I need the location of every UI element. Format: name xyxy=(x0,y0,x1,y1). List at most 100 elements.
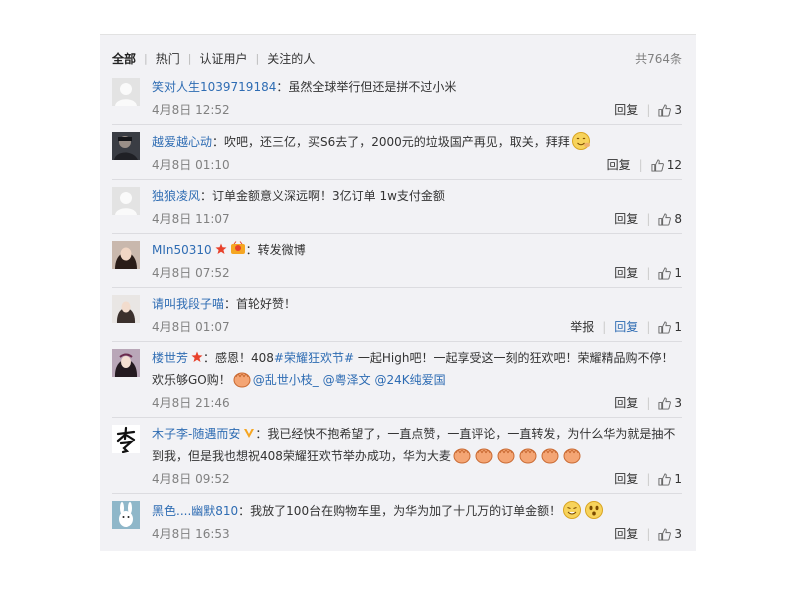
action-divider: | xyxy=(646,472,651,486)
reply-button[interactable]: 回复 xyxy=(614,524,638,544)
avatar[interactable] xyxy=(112,132,140,160)
like-button[interactable]: 1 xyxy=(658,263,682,283)
avatar[interactable] xyxy=(112,241,140,269)
comment-item: 请叫我段子喵：首轮好赞！ 4月8日 01:07 举报 | 回复 | 1 xyxy=(112,287,682,341)
fist-emoticon-icon xyxy=(453,448,471,464)
thumbs-up-icon xyxy=(658,212,672,226)
like-button[interactable]: 3 xyxy=(658,524,682,544)
username[interactable]: 独狼凌风 xyxy=(152,189,200,203)
mention-link[interactable]: @24K纯爱国 xyxy=(374,373,445,387)
action-divider: | xyxy=(602,320,607,334)
reply-button[interactable]: 回复 xyxy=(614,393,638,413)
like-button[interactable]: 3 xyxy=(658,100,682,120)
comment-text: ：转发微博 xyxy=(245,243,306,257)
surprised-emoticon-icon xyxy=(585,501,604,519)
comment-count: 共764条 xyxy=(635,52,682,66)
tab-all[interactable]: 全部 xyxy=(112,50,136,67)
mention-link[interactable]: @乱世小枝_ xyxy=(253,373,319,387)
thumbs-up-icon xyxy=(658,396,672,410)
reply-button[interactable]: 回复 xyxy=(614,469,638,489)
avatar[interactable] xyxy=(112,501,140,529)
like-button[interactable]: 1 xyxy=(658,317,682,337)
comment-item: 楼世芳 ：感恩！408#荣耀狂欢节# 一起High吧！一起享受这一刻的狂欢吧！荣耀… xyxy=(112,341,682,417)
fist-emoticon-icon xyxy=(541,448,559,464)
reply-button[interactable]: 回复 xyxy=(607,155,631,175)
thumbs-up-icon xyxy=(658,266,672,280)
action-divider: | xyxy=(646,212,651,226)
wink-emoticon-icon xyxy=(563,501,582,519)
comment-item: 笑对人生1039719184：虽然全球举行但还是拼不过小米 4月8日 12:52… xyxy=(112,71,682,124)
thumbs-up-icon xyxy=(658,320,672,334)
username[interactable]: 黑色....幽默810 xyxy=(152,504,238,518)
username[interactable]: 楼世芳 xyxy=(152,351,188,365)
tab-divider: | xyxy=(255,51,260,65)
like-count: 1 xyxy=(674,320,682,334)
comment-item: 木子李-随遇而安 ：我已经快不抱希望了，一直点赞，一直评论，一直转发，为什么华为就… xyxy=(112,417,682,493)
action-divider: | xyxy=(646,266,651,280)
comment-text: ：感恩！408 xyxy=(203,351,274,365)
reply-button[interactable]: 回复 xyxy=(614,317,638,337)
like-button[interactable]: 1 xyxy=(658,469,682,489)
star-badge-icon xyxy=(215,243,227,254)
filter-tabs: 全部 | 热门 | 认证用户 | 关注的人 共764条 xyxy=(112,49,682,67)
avatar[interactable] xyxy=(112,295,140,323)
username[interactable]: 越爱越心动 xyxy=(152,135,212,149)
report-button[interactable]: 举报 xyxy=(570,317,594,337)
comment-item: 独狼凌风：订单金额意义深远啊！3亿订单 1w支付金额 4月8日 11:07 回复… xyxy=(112,179,682,233)
fist-emoticon-icon xyxy=(497,448,515,464)
fist-emoticon-icon xyxy=(233,372,251,388)
comment-text: ：虽然全球举行但还是拼不过小米 xyxy=(276,80,457,94)
comment-item: MIn50310 ：转发微博 4月8日 07:52 回复 | 1 xyxy=(112,233,682,287)
fist-emoticon-icon xyxy=(519,448,537,464)
fist-emoticon-row xyxy=(451,448,583,464)
thumbs-up-icon xyxy=(658,527,672,541)
like-count: 3 xyxy=(674,527,682,541)
comment-time: 4月8日 11:07 xyxy=(152,212,230,226)
like-count: 12 xyxy=(666,158,682,172)
like-button[interactable]: 3 xyxy=(658,393,682,413)
comment-list: 笑对人生1039719184：虽然全球举行但还是拼不过小米 4月8日 12:52… xyxy=(100,71,696,548)
tab-hot[interactable]: 热门 xyxy=(156,50,180,67)
avatar[interactable] xyxy=(112,349,140,377)
reply-button[interactable]: 回复 xyxy=(614,209,638,229)
comment-text: ：首轮好赞！ xyxy=(224,297,297,311)
comment-time: 4月8日 01:07 xyxy=(152,320,230,334)
like-count: 8 xyxy=(674,212,682,226)
thumbs-up-icon xyxy=(658,472,672,486)
v-badge-icon xyxy=(244,429,255,438)
action-divider: | xyxy=(646,320,651,334)
username[interactable]: MIn50310 xyxy=(152,243,212,257)
comment-time: 4月8日 01:10 xyxy=(152,158,230,172)
fist-emoticon-icon xyxy=(475,448,493,464)
like-count: 1 xyxy=(674,266,682,280)
reply-button[interactable]: 回复 xyxy=(614,100,638,120)
comment-text: ：我放了100台在购物车里，为华为加了十几万的订单金额！ xyxy=(238,504,562,518)
action-divider: | xyxy=(646,527,651,541)
like-button[interactable]: 8 xyxy=(658,209,682,229)
like-count: 1 xyxy=(674,472,682,486)
action-divider: | xyxy=(638,158,643,172)
comment-item: 黑色....幽默810：我放了100台在购物车里，为华为加了十几万的订单金额！ … xyxy=(112,493,682,548)
tab-verified-users[interactable]: 认证用户 xyxy=(199,50,247,67)
comment-time: 4月8日 07:52 xyxy=(152,266,230,280)
thumbs-up-icon xyxy=(658,103,672,117)
like-count: 3 xyxy=(674,396,682,410)
topic-link[interactable]: #荣耀狂欢节# xyxy=(274,351,354,365)
tab-divider: | xyxy=(144,51,148,65)
like-button[interactable]: 12 xyxy=(651,155,682,175)
mention-link[interactable]: @粤泽文 xyxy=(323,373,371,387)
thumbs-up-icon xyxy=(651,158,664,172)
avatar[interactable] xyxy=(112,425,140,453)
username[interactable]: 木子李-随遇而安 xyxy=(152,427,240,441)
action-divider: | xyxy=(646,396,651,410)
username[interactable]: 请叫我段子喵 xyxy=(152,297,224,311)
username[interactable]: 笑对人生1039719184 xyxy=(152,80,276,94)
comment-item: 越爱越心动：吹吧，还三亿，买S6去了，2000元的垃圾国产再见，取关，拜拜 4月… xyxy=(112,124,682,179)
reply-button[interactable]: 回复 xyxy=(614,263,638,283)
star-badge-icon xyxy=(191,351,203,362)
comment-text: ：吹吧，还三亿，买S6去了，2000元的垃圾国产再见，取关，拜拜 xyxy=(212,135,570,149)
like-count: 3 xyxy=(674,103,682,117)
avatar[interactable] xyxy=(112,187,140,215)
tab-following[interactable]: 关注的人 xyxy=(267,50,315,67)
avatar[interactable] xyxy=(112,78,140,106)
